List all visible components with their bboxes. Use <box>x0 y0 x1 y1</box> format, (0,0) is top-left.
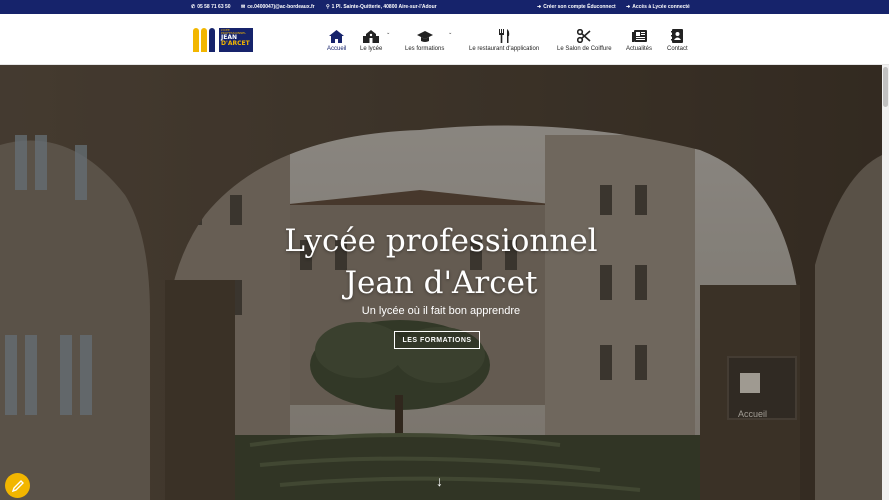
sign-in-icon: ➜ <box>537 3 542 10</box>
sign-in-icon: ➜ <box>626 3 631 10</box>
logo-line3: D'ARCET <box>221 40 250 47</box>
logo-yellow-bar <box>201 28 207 52</box>
hero-title-line1: Lycée professionnel <box>284 223 598 259</box>
chevron-down-icon: ⌄ <box>386 30 391 36</box>
formations-button[interactable]: LES FORMATIONS <box>394 331 480 349</box>
address-info: ⚲ 1 Pl. Sainte-Quitterie, 40800 Aire-sur… <box>326 4 437 10</box>
nav-les-formations[interactable]: Les formations ⌄ <box>405 28 452 52</box>
lycee-connecte-link[interactable]: ➜ Accès à Lycée connecté <box>626 4 690 10</box>
utensils-icon <box>496 28 512 44</box>
nav-restaurant[interactable]: Le restaurant d'application <box>469 28 539 52</box>
email-text: ce.0400047j@ac-bordeaux.fr <box>247 4 315 10</box>
nav-label: Accueil <box>327 46 347 52</box>
nav-label: Contact <box>667 46 688 52</box>
scissors-icon <box>576 28 592 44</box>
arrow-down-icon[interactable]: ↓ <box>436 473 443 489</box>
nav-salon-coiffure[interactable]: Le Salon de Coiffure <box>557 28 612 52</box>
hero-banner: Accueil Lycée professionnel Jean d'Arcet… <box>0 65 882 500</box>
nav-accueil[interactable]: Accueil <box>327 28 346 52</box>
logo-navy-bar <box>209 28 215 52</box>
phone-text: 05 58 71 63 50 <box>197 4 231 10</box>
email-info[interactable]: ✉ ce.0400047j@ac-bordeaux.fr <box>241 4 315 10</box>
nav-label: Le restaurant d'application <box>469 46 540 52</box>
nav-label: Le Salon de Coiffure <box>557 46 612 52</box>
scrollbar-thumb[interactable] <box>883 67 888 107</box>
address-text: 1 Pl. Sainte-Quitterie, 40800 Aire-sur-l… <box>331 4 437 10</box>
school-icon <box>363 28 380 44</box>
hero-title: Lycée professionnel Jean d'Arcet <box>0 220 882 304</box>
graduation-cap-icon <box>416 28 433 44</box>
newspaper-icon <box>631 28 647 44</box>
hero-title-line2: Jean d'Arcet <box>344 265 538 301</box>
page-scrollbar[interactable] <box>882 65 889 500</box>
accessibility-button[interactable] <box>5 473 30 498</box>
nav-actualites[interactable]: Actualités <box>626 28 652 52</box>
nav-label: Le lycée <box>360 46 383 52</box>
logo-text-block: LYCÉE PROFESSIONNEL JEAN D'ARCET <box>219 28 253 52</box>
phone-info[interactable]: ✆ 05 58 71 63 50 <box>191 4 231 10</box>
map-pin-icon: ⚲ <box>326 3 330 10</box>
site-logo[interactable]: LYCÉE PROFESSIONNEL JEAN D'ARCET <box>193 28 260 52</box>
main-header: LYCÉE PROFESSIONNEL JEAN D'ARCET Accueil… <box>0 14 889 65</box>
lycee-connecte-text: Accès à Lycée connecté <box>632 4 690 10</box>
phone-icon: ✆ <box>191 3 196 10</box>
top-info-bar: ✆ 05 58 71 63 50 ✉ ce.0400047j@ac-bordea… <box>0 0 889 14</box>
home-icon <box>329 28 345 44</box>
educonnect-link[interactable]: ➜ Créer son compte Éduconnect <box>537 4 616 10</box>
nav-le-lycee[interactable]: Le lycée ⌄ <box>360 28 390 52</box>
nav-contact[interactable]: Contact <box>667 28 688 52</box>
nav-label: Actualités <box>626 46 653 52</box>
chevron-down-icon: ⌄ <box>448 30 453 36</box>
envelope-icon: ✉ <box>241 3 246 10</box>
address-book-icon <box>669 28 685 44</box>
logo-yellow-bar <box>193 28 199 52</box>
hero-subtitle: Un lycée où il fait bon apprendre <box>361 305 521 317</box>
nav-label: Les formations <box>405 46 445 52</box>
pencil-icon <box>11 479 24 492</box>
educonnect-text: Créer son compte Éduconnect <box>543 4 616 10</box>
